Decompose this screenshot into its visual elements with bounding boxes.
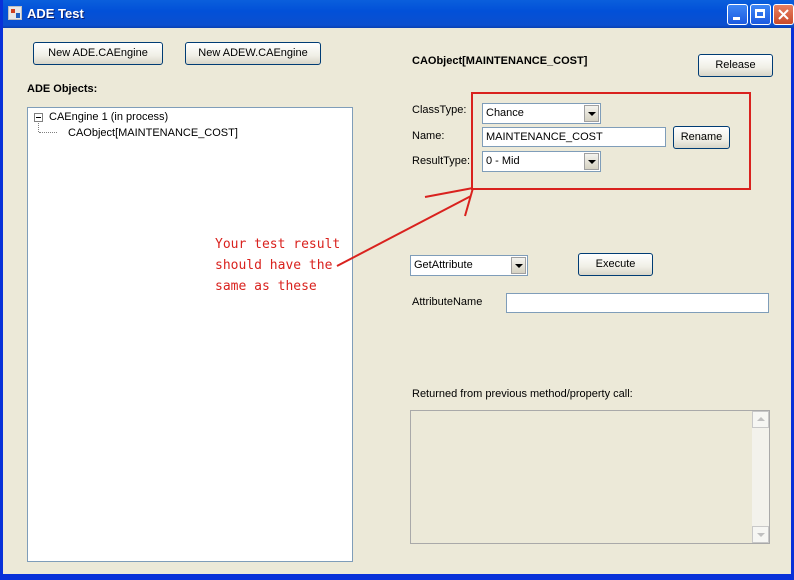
returned-label: Returned from previous method/property c…: [412, 388, 633, 400]
release-button[interactable]: Release: [698, 54, 773, 77]
class-type-label: ClassType:: [412, 104, 467, 116]
tree-connector: [38, 123, 39, 132]
result-type-label: ResultType:: [412, 155, 471, 167]
minimize-button[interactable]: [727, 4, 748, 25]
annotation-line: should have the: [215, 258, 333, 273]
annotation-line: same as these: [215, 279, 317, 294]
execute-button[interactable]: Execute: [578, 253, 653, 276]
new-adew-caengine-button[interactable]: New ADEW.CAEngine: [185, 42, 321, 65]
title-bar[interactable]: ADE Test: [3, 0, 794, 28]
annotation-highlight-box: [471, 92, 751, 190]
close-icon: [778, 9, 789, 20]
main-window: ADE Test New ADE.CAEngine New ADEW.CAEng…: [0, 0, 794, 580]
collapse-icon[interactable]: [34, 113, 43, 122]
tree-connector: [39, 132, 57, 133]
annotation-arrow: [336, 187, 474, 267]
returned-output-scrollbar[interactable]: [752, 411, 769, 543]
annotation-note: Your test result should have the same as…: [215, 234, 340, 297]
window-title: ADE Test: [27, 6, 84, 21]
ade-objects-tree[interactable]: CAEngine 1 (in process) CAObject[MAINTEN…: [27, 107, 353, 562]
app-icon[interactable]: [8, 6, 22, 20]
tree-item-caobject[interactable]: CAObject[MAINTENANCE_COST]: [68, 127, 238, 139]
object-title: CAObject[MAINTENANCE_COST]: [412, 55, 588, 67]
returned-output[interactable]: [410, 410, 770, 544]
tree-item-caengine[interactable]: CAEngine 1 (in process): [49, 111, 168, 123]
scroll-up-icon[interactable]: [752, 411, 769, 428]
new-ade-caengine-button[interactable]: New ADE.CAEngine: [33, 42, 163, 65]
name-label: Name:: [412, 130, 445, 142]
window-bottom-border: [0, 574, 794, 577]
chevron-down-icon[interactable]: [511, 257, 526, 274]
scroll-down-icon[interactable]: [752, 526, 769, 543]
annotation-line: Your test result: [215, 237, 341, 252]
attribute-name-label: AttributeName: [412, 296, 483, 308]
close-button[interactable]: [773, 4, 794, 25]
attribute-name-field[interactable]: [506, 293, 769, 313]
maximize-button[interactable]: [750, 4, 771, 25]
ade-objects-label: ADE Objects:: [27, 83, 98, 95]
